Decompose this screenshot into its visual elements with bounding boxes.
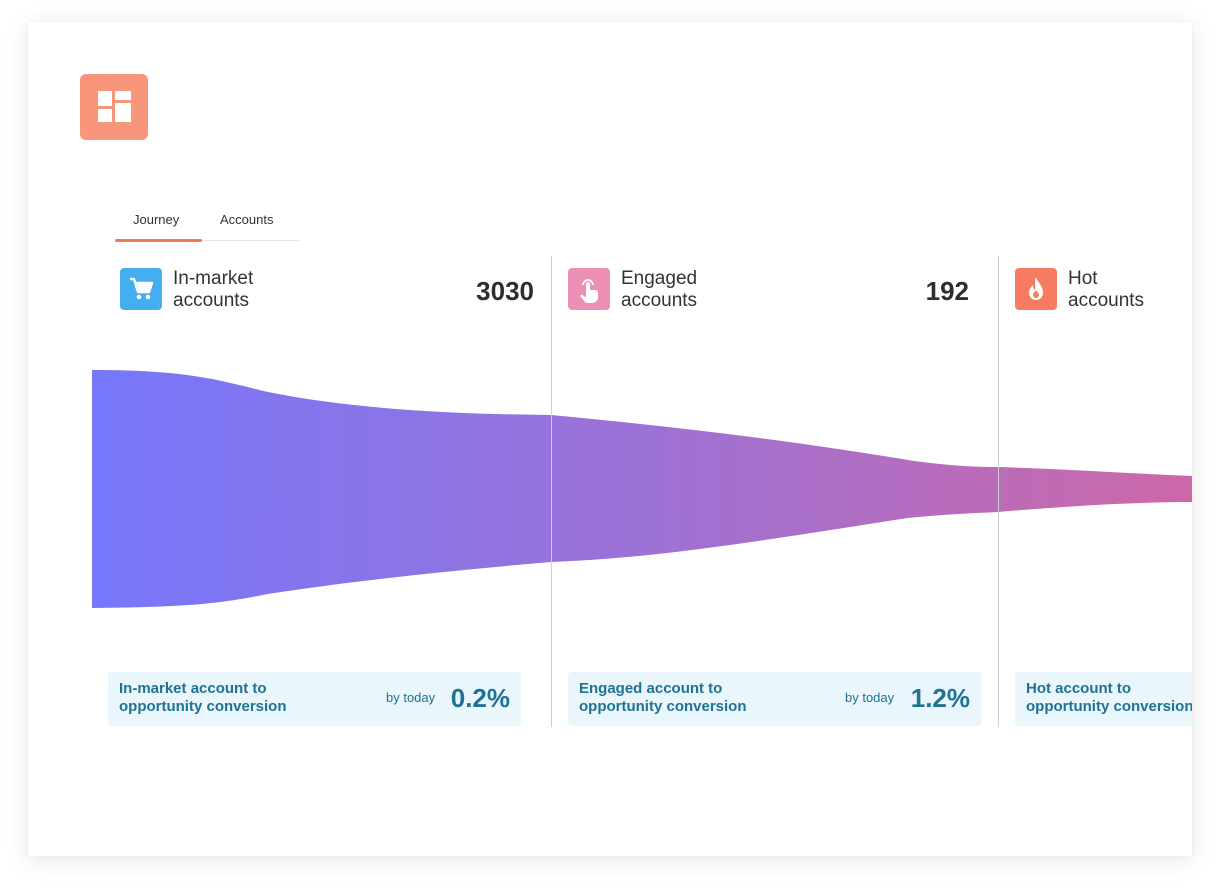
stage-title: In-market accounts [173,268,253,312]
conversion-label: Hot account to opportunity conversion [1026,680,1192,715]
stage-title-line1: In-market [173,268,254,289]
stage-title-line2: accounts [621,290,698,311]
view-tabs: Journey Accounts [115,208,299,242]
stage-hot: Hot accounts [1015,256,1192,316]
conversion-period: by today [845,690,895,705]
cart-icon [120,268,162,310]
conversion-percent: 1.2% [910,683,970,713]
conversion-in-market: In-market account to opportunity convers… [108,672,521,726]
dashboard-logo-icon [80,74,148,140]
stage-engaged: Engaged accounts 192 [568,256,970,316]
touch-icon [568,268,610,310]
conversion-hot: Hot account to opportunity conversion [1015,672,1192,726]
tab-accounts[interactable]: Accounts [220,212,273,227]
funnel-shape [92,370,1192,608]
journey-funnel [92,370,1192,608]
stage-in-market: In-market accounts 3030 [120,256,536,316]
flame-icon [1015,268,1057,310]
conversion-label: In-market account to opportunity convers… [119,680,287,715]
tab-journey[interactable]: Journey [133,212,179,227]
conversion-percent: 0.2% [450,683,510,713]
stage-title: Engaged accounts [621,268,697,312]
journey-card: Journey Accounts In-market accounts 3030… [28,22,1192,856]
stage-title: Hot accounts [1068,268,1144,312]
conversion-label: Engaged account to opportunity conversio… [579,680,747,715]
stage-divider-2 [998,256,999,727]
conversion-engaged: Engaged account to opportunity conversio… [568,672,981,726]
stage-count: 3030 [476,276,534,306]
stage-title-line2: accounts [1068,290,1145,311]
stage-title-line1: Engaged [621,268,698,289]
stage-divider-1 [551,256,552,727]
conversion-period: by today [386,690,436,705]
stage-title-line2: accounts [173,290,250,311]
stage-count: 192 [925,276,969,306]
active-tab-indicator [115,239,202,242]
stage-title-line1: Hot [1068,268,1098,289]
